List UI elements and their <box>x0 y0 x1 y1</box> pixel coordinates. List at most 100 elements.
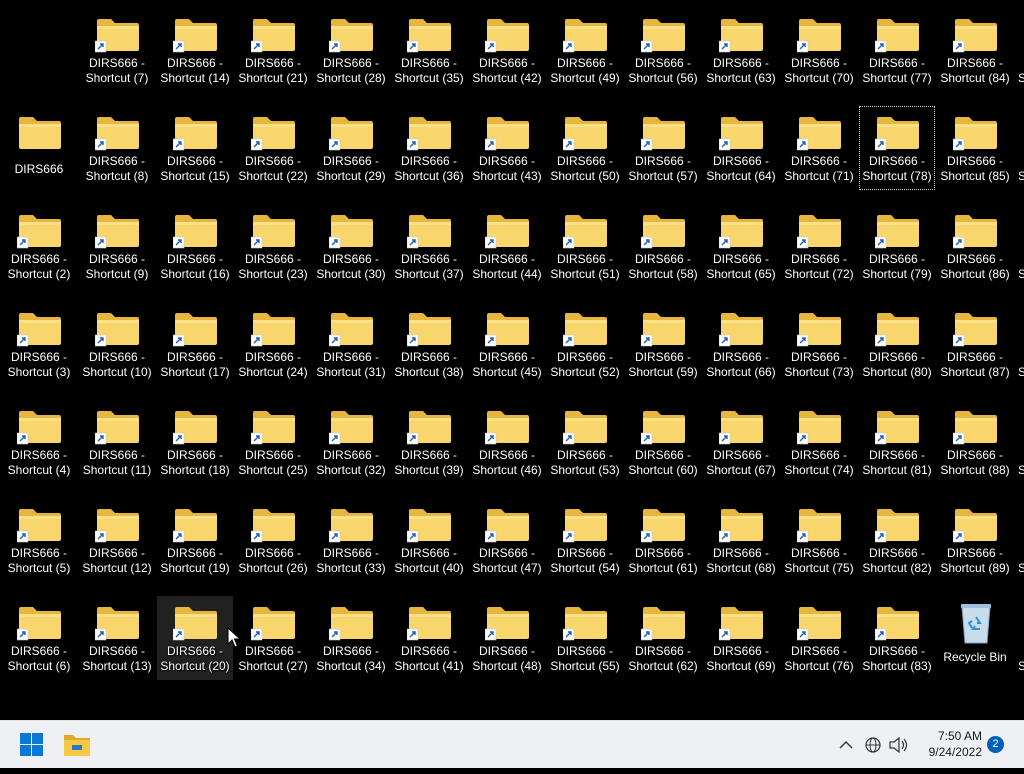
desktop-shortcut[interactable]: DIRS666 - Shortcut (22) <box>235 106 311 190</box>
desktop-shortcut[interactable]: DIRS666 - Shortcut (14) <box>157 8 233 92</box>
desktop-shortcut[interactable]: DIRS666 - Shortcut (84) <box>937 8 1013 92</box>
desktop-shortcut[interactable]: DIRS666 - Shortcut (52) <box>547 302 623 386</box>
desktop-shortcut[interactable]: DIRS666 - Shortcut (58) <box>625 204 701 288</box>
desktop-shortcut[interactable]: DIRS666 - Shortcut (47) <box>469 498 545 582</box>
offscreen-shortcut-fragment[interactable]: S <box>1018 302 1024 386</box>
desktop-shortcut[interactable]: DIRS666 - Shortcut (53) <box>547 400 623 484</box>
desktop-shortcut[interactable]: DIRS666 - Shortcut (4) <box>1 400 77 484</box>
desktop-shortcut[interactable]: DIRS666 - Shortcut (44) <box>469 204 545 288</box>
desktop-shortcut[interactable]: DIRS666 - Shortcut (24) <box>235 302 311 386</box>
offscreen-shortcut-fragment[interactable]: S <box>1018 106 1024 190</box>
desktop-shortcut[interactable]: DIRS666 - Shortcut (87) <box>937 302 1013 386</box>
desktop-shortcut[interactable]: DIRS666 - Shortcut (59) <box>625 302 701 386</box>
desktop-shortcut[interactable]: DIRS666 - Shortcut (73) <box>781 302 857 386</box>
desktop-shortcut[interactable]: DIRS666 - Shortcut (75) <box>781 498 857 582</box>
desktop-shortcut[interactable]: DIRS666 - Shortcut (78) <box>859 106 935 190</box>
desktop-shortcut[interactable]: DIRS666 - Shortcut (48) <box>469 596 545 680</box>
desktop-shortcut[interactable]: DIRS666 - Shortcut (42) <box>469 8 545 92</box>
desktop-shortcut[interactable]: DIRS666 - Shortcut (80) <box>859 302 935 386</box>
desktop-shortcut[interactable]: DIRS666 - Shortcut (29) <box>313 106 389 190</box>
desktop-shortcut[interactable]: DIRS666 - Shortcut (71) <box>781 106 857 190</box>
desktop-shortcut[interactable]: DIRS666 - Shortcut (11) <box>79 400 155 484</box>
desktop-shortcut[interactable]: DIRS666 - Shortcut (39) <box>391 400 467 484</box>
desktop-shortcut[interactable]: DIRS666 - Shortcut (55) <box>547 596 623 680</box>
file-explorer-taskbar-button[interactable] <box>54 721 100 769</box>
desktop-shortcut[interactable]: DIRS666 - Shortcut (6) <box>1 596 77 680</box>
desktop-shortcut[interactable]: DIRS666 - Shortcut (83) <box>859 596 935 680</box>
offscreen-shortcut-fragment[interactable]: S <box>1018 400 1024 484</box>
desktop-shortcut[interactable]: DIRS666 - Shortcut (50) <box>547 106 623 190</box>
desktop-shortcut[interactable]: DIRS666 - Shortcut (13) <box>79 596 155 680</box>
desktop-shortcut[interactable]: DIRS666 - Shortcut (85) <box>937 106 1013 190</box>
desktop-shortcut[interactable]: DIRS666 - Shortcut (16) <box>157 204 233 288</box>
desktop-shortcut[interactable]: DIRS666 - Shortcut (5) <box>1 498 77 582</box>
desktop-shortcut[interactable]: DIRS666 - Shortcut (3) <box>1 302 77 386</box>
desktop-shortcut[interactable]: DIRS666 - Shortcut (25) <box>235 400 311 484</box>
show-hidden-icons-button[interactable] <box>834 721 858 769</box>
desktop-shortcut[interactable]: DIRS666 - Shortcut (76) <box>781 596 857 680</box>
desktop-shortcut[interactable]: DIRS666 - Shortcut (28) <box>313 8 389 92</box>
desktop-shortcut[interactable]: DIRS666 - Shortcut (35) <box>391 8 467 92</box>
desktop[interactable]: DIRS666 DIRS666 - Shortcut (2) DIRS666 -… <box>0 0 1024 720</box>
volume-button[interactable] <box>886 721 910 769</box>
desktop-shortcut[interactable]: DIRS666 - Shortcut (56) <box>625 8 701 92</box>
desktop-shortcut[interactable]: DIRS666 - Shortcut (63) <box>703 8 779 92</box>
desktop-shortcut[interactable]: DIRS666 - Shortcut (62) <box>625 596 701 680</box>
desktop-shortcut[interactable]: DIRS666 - Shortcut (68) <box>703 498 779 582</box>
desktop-shortcut[interactable]: DIRS666 - Shortcut (37) <box>391 204 467 288</box>
desktop-shortcut[interactable]: DIRS666 - Shortcut (67) <box>703 400 779 484</box>
desktop-shortcut[interactable]: DIRS666 - Shortcut (51) <box>547 204 623 288</box>
desktop-shortcut[interactable]: DIRS666 - Shortcut (79) <box>859 204 935 288</box>
desktop-shortcut[interactable]: DIRS666 - Shortcut (15) <box>157 106 233 190</box>
desktop-shortcut[interactable]: DIRS666 - Shortcut (43) <box>469 106 545 190</box>
offscreen-shortcut-fragment[interactable]: S <box>1018 498 1024 582</box>
desktop-shortcut[interactable]: DIRS666 - Shortcut (8) <box>79 106 155 190</box>
desktop-shortcut[interactable]: DIRS666 - Shortcut (31) <box>313 302 389 386</box>
network-button[interactable] <box>862 721 884 769</box>
desktop-shortcut[interactable]: DIRS666 - Shortcut (70) <box>781 8 857 92</box>
notification-badge[interactable]: 2 <box>987 736 1004 753</box>
desktop-shortcut[interactable]: DIRS666 - Shortcut (89) <box>937 498 1013 582</box>
recycle-bin[interactable]: Recycle Bin <box>937 596 1013 680</box>
desktop-shortcut[interactable]: DIRS666 - Shortcut (19) <box>157 498 233 582</box>
offscreen-shortcut-fragment[interactable]: S <box>1018 8 1024 92</box>
desktop-shortcut[interactable]: DIRS666 - Shortcut (9) <box>79 204 155 288</box>
desktop-shortcut[interactable]: DIRS666 - Shortcut (23) <box>235 204 311 288</box>
desktop-shortcut[interactable]: DIRS666 - Shortcut (81) <box>859 400 935 484</box>
desktop-shortcut[interactable]: DIRS666 - Shortcut (18) <box>157 400 233 484</box>
desktop-shortcut[interactable]: DIRS666 - Shortcut (82) <box>859 498 935 582</box>
desktop-shortcut[interactable]: DIRS666 - Shortcut (27) <box>235 596 311 680</box>
desktop-shortcut[interactable]: DIRS666 - Shortcut (60) <box>625 400 701 484</box>
desktop-shortcut[interactable]: DIRS666 - Shortcut (34) <box>313 596 389 680</box>
desktop-shortcut[interactable]: DIRS666 - Shortcut (40) <box>391 498 467 582</box>
desktop-shortcut[interactable]: DIRS666 - Shortcut (72) <box>781 204 857 288</box>
desktop-shortcut[interactable]: DIRS666 - Shortcut (57) <box>625 106 701 190</box>
desktop-shortcut[interactable]: DIRS666 - Shortcut (88) <box>937 400 1013 484</box>
desktop-shortcut[interactable]: DIRS666 - Shortcut (69) <box>703 596 779 680</box>
desktop-shortcut[interactable]: DIRS666 - Shortcut (64) <box>703 106 779 190</box>
desktop-shortcut[interactable]: DIRS666 - Shortcut (17) <box>157 302 233 386</box>
desktop-shortcut[interactable]: DIRS666 - Shortcut (12) <box>79 498 155 582</box>
offscreen-shortcut-fragment[interactable]: S <box>1018 596 1024 680</box>
desktop-shortcut[interactable]: DIRS666 - Shortcut (49) <box>547 8 623 92</box>
desktop-shortcut[interactable]: DIRS666 - Shortcut (21) <box>235 8 311 92</box>
desktop-shortcut[interactable]: DIRS666 - Shortcut (86) <box>937 204 1013 288</box>
desktop-shortcut[interactable]: DIRS666 - Shortcut (33) <box>313 498 389 582</box>
desktop-shortcut[interactable]: DIRS666 - Shortcut (54) <box>547 498 623 582</box>
offscreen-shortcut-fragment[interactable]: S <box>1018 204 1024 288</box>
desktop-shortcut[interactable]: DIRS666 - Shortcut (61) <box>625 498 701 582</box>
desktop-shortcut[interactable]: DIRS666 - Shortcut (38) <box>391 302 467 386</box>
desktop-folder[interactable]: DIRS666 <box>1 106 77 190</box>
desktop-shortcut[interactable]: DIRS666 - Shortcut (46) <box>469 400 545 484</box>
desktop-shortcut[interactable]: DIRS666 - Shortcut (30) <box>313 204 389 288</box>
desktop-shortcut[interactable]: DIRS666 - Shortcut (2) <box>1 204 77 288</box>
clock[interactable]: 7:50 AM 9/24/2022 <box>914 728 982 760</box>
desktop-shortcut[interactable]: DIRS666 - Shortcut (36) <box>391 106 467 190</box>
desktop-shortcut[interactable]: DIRS666 - Shortcut (10) <box>79 302 155 386</box>
desktop-shortcut[interactable]: DIRS666 - Shortcut (41) <box>391 596 467 680</box>
desktop-shortcut[interactable]: DIRS666 - Shortcut (7) <box>79 8 155 92</box>
desktop-shortcut[interactable]: DIRS666 - Shortcut (26) <box>235 498 311 582</box>
desktop-shortcut[interactable]: DIRS666 - Shortcut (74) <box>781 400 857 484</box>
desktop-shortcut[interactable]: DIRS666 - Shortcut (20) <box>157 596 233 680</box>
desktop-shortcut[interactable]: DIRS666 - Shortcut (65) <box>703 204 779 288</box>
